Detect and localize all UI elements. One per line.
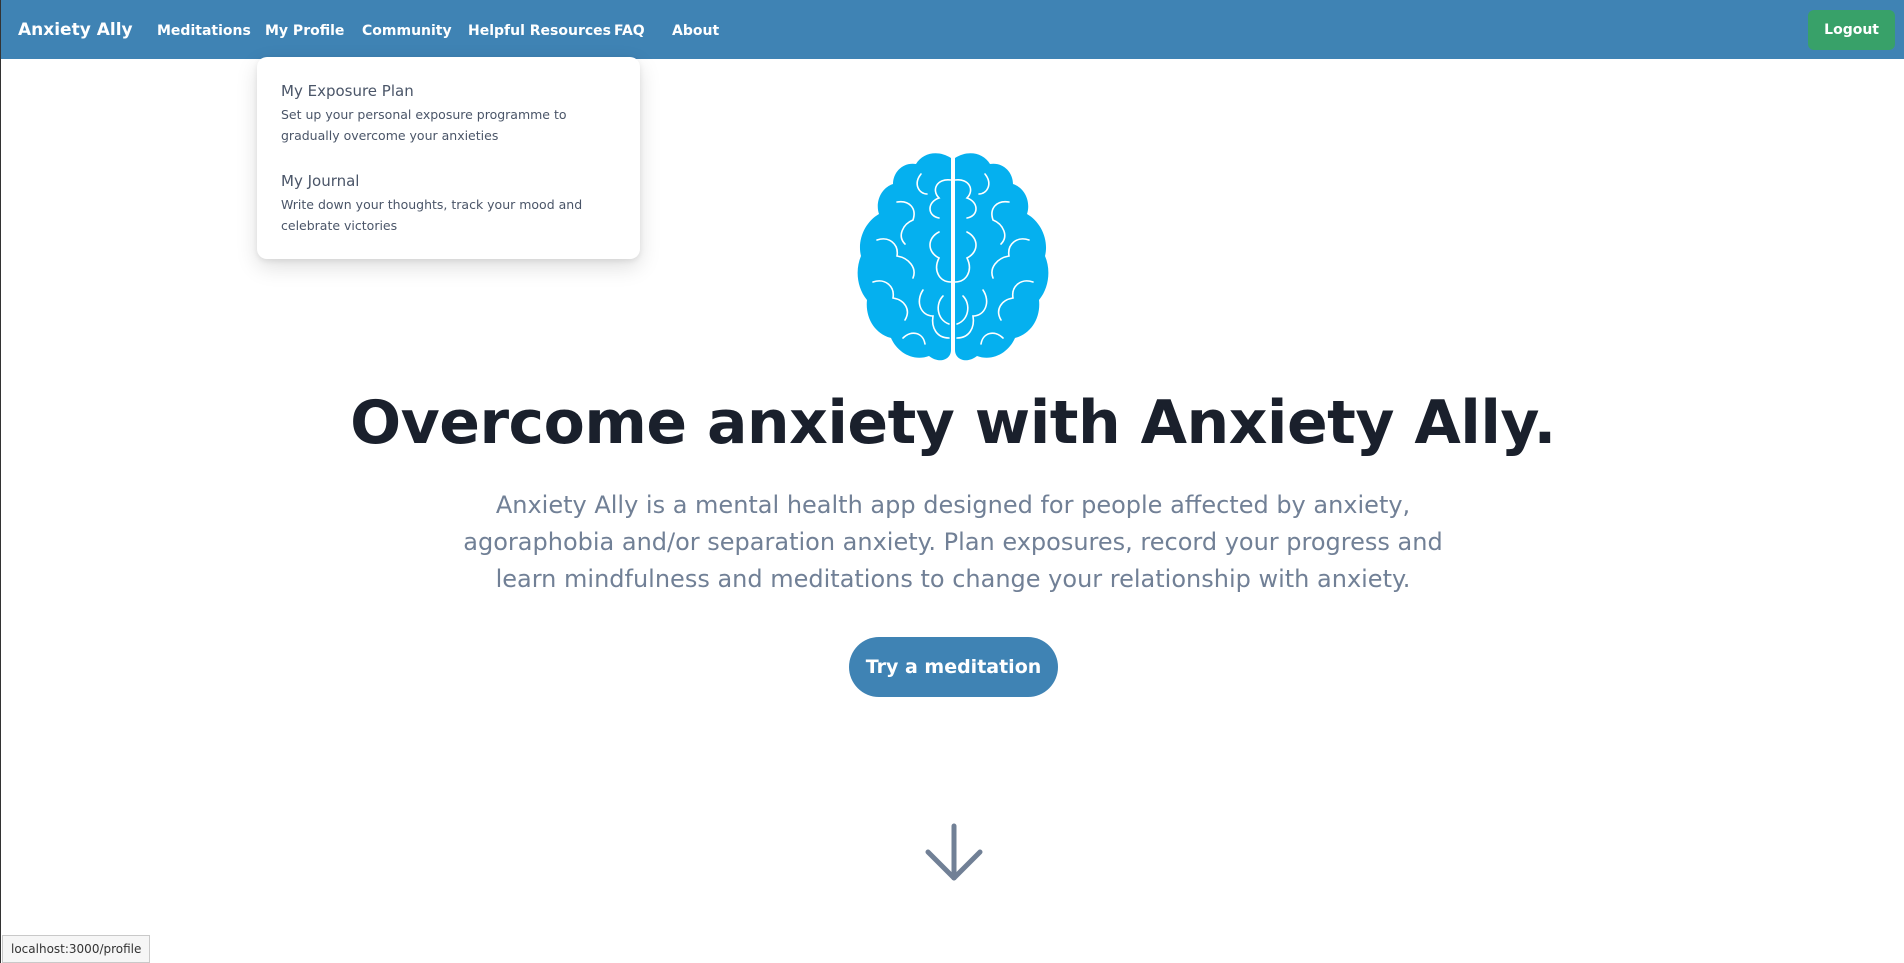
nav-community[interactable]: Community (362, 23, 452, 39)
nav-about[interactable]: About (672, 23, 719, 39)
nav-helpful-resources[interactable]: Helpful Resources (468, 23, 611, 39)
menu-item-title: My Exposure Plan (281, 82, 414, 100)
try-meditation-button[interactable]: Try a meditation (849, 637, 1058, 697)
menu-item-exposure-plan[interactable]: My Exposure Plan Set up your personal ex… (281, 82, 601, 146)
nav-meditations[interactable]: Meditations (157, 23, 251, 39)
menu-item-description: Write down your thoughts, track your moo… (281, 197, 583, 233)
hero-headline: Overcome anxiety with Anxiety Ally. (350, 388, 1556, 458)
brain-icon (853, 150, 1053, 364)
menu-item-description: Set up your personal exposure programme … (281, 107, 567, 143)
top-navbar: Anxiety Ally Meditations My Profile Comm… (1, 0, 1904, 59)
arrow-down-icon[interactable] (923, 822, 985, 884)
nav-my-profile[interactable]: My Profile (265, 23, 344, 39)
menu-item-title: My Journal (281, 172, 360, 190)
nav-faq[interactable]: FAQ (614, 23, 645, 39)
logout-button[interactable]: Logout (1808, 10, 1895, 50)
hero-description: Anxiety Ally is a mental health app desi… (463, 491, 1443, 593)
brand-logo[interactable]: Anxiety Ally (18, 20, 133, 40)
profile-dropdown-menu: My Exposure Plan Set up your personal ex… (257, 57, 640, 259)
status-bar-url: localhost:3000/profile (2, 935, 151, 963)
menu-item-journal[interactable]: My Journal Write down your thoughts, tra… (281, 172, 601, 236)
